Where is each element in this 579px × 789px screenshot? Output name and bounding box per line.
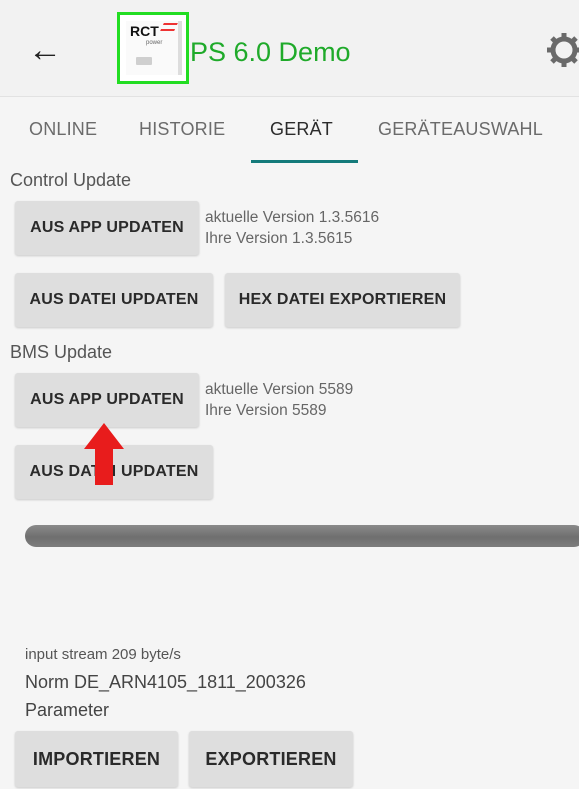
control-file-update-button[interactable]: AUS DATEI UPDATEN [15, 273, 213, 327]
tab-geraeteauswahl[interactable]: GERÄTEAUSWAHL [378, 119, 543, 140]
app-title: PS 6.0 Demo [190, 37, 351, 67]
update-progress-bar [25, 525, 579, 547]
import-button[interactable]: IMPORTIEREN [15, 731, 178, 787]
logo-brand-text: RCT [130, 23, 159, 39]
bms-app-update-button[interactable]: AUS APP UPDATEN [15, 373, 199, 427]
hex-export-button[interactable]: HEX DATEI EXPORTIEREN [225, 273, 460, 327]
device-logo: RCT power [117, 12, 189, 84]
logo-badge [136, 57, 152, 65]
input-stream-text: input stream 209 byte/s [25, 646, 181, 663]
tab-historie[interactable]: HISTORIE [139, 119, 225, 140]
gear-icon[interactable] [544, 30, 579, 70]
arrow-left-icon[interactable]: ← [28, 30, 78, 70]
red-arrow-up-icon [84, 423, 124, 485]
tab-bar: ONLINE HISTORIE GERÄT GERÄTEAUSWAHL [0, 97, 579, 163]
bms-version-info: aktuelle Version 5589 Ihre Version 5589 [205, 379, 353, 421]
control-app-update-button[interactable]: AUS APP UPDATEN [15, 201, 199, 255]
bms-current-version: aktuelle Version 5589 [205, 381, 354, 398]
control-your-version: Ihre Version 1.3.5615 [205, 230, 353, 247]
logo-image: RCT power [126, 21, 182, 75]
logo-sub-text: power [146, 40, 163, 46]
parameter-label: Parameter [25, 700, 110, 720]
control-version-info: aktuelle Version 1.3.5616 Ihre Version 1… [205, 207, 379, 249]
bms-your-version: Ihre Version 5589 [205, 402, 327, 419]
control-update-heading: Control Update [10, 170, 132, 190]
norm-text: Norm DE_ARN4105_1811_200326 [25, 672, 306, 692]
bms-update-heading: BMS Update [10, 342, 113, 362]
tab-online[interactable]: ONLINE [29, 119, 97, 140]
logo-flag-icon [160, 23, 178, 31]
export-button[interactable]: EXPORTIEREN [189, 731, 353, 787]
tab-indicator [251, 160, 358, 163]
control-current-version: aktuelle Version 1.3.5616 [205, 209, 380, 226]
tab-geraet[interactable]: GERÄT [270, 119, 333, 140]
app-bar: ← RCT power PS 6.0 Demo [0, 0, 579, 97]
